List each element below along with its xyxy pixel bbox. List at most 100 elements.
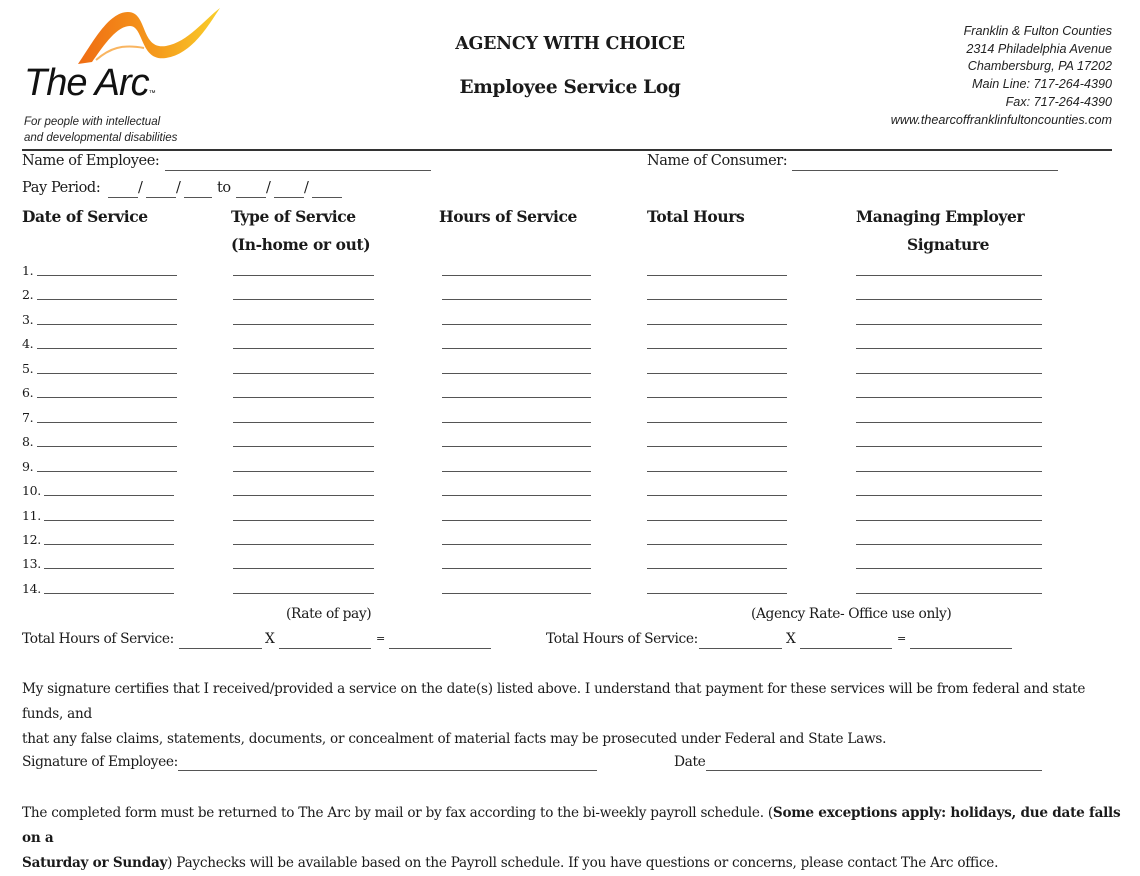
manager-signature-field[interactable] [856,275,1042,276]
hours-of-service-field[interactable] [442,372,591,374]
date-of-service-field[interactable] [37,323,177,325]
employee-rate-field[interactable] [279,648,371,649]
total-hours-field[interactable] [647,275,787,276]
hours-of-service-field[interactable] [442,470,591,472]
agency-total-amount-field[interactable] [910,648,1012,649]
row-number: 7. [22,409,34,425]
type-of-service-field[interactable] [233,519,374,521]
date-of-service-field[interactable] [37,372,177,374]
type-of-service-field[interactable] [233,568,374,570]
total-hours-field[interactable] [647,519,787,521]
pay-period-end-month-field[interactable] [236,197,266,198]
employee-total-amount-field[interactable] [389,648,491,649]
date-of-service-field[interactable] [44,543,174,545]
date-separator: / [266,180,271,196]
type-of-service-field[interactable] [233,397,374,399]
manager-signature-field[interactable] [856,421,1042,423]
date-of-service-field[interactable] [37,348,177,350]
pay-period-end-year-field[interactable] [312,197,342,198]
hours-of-service-field[interactable] [442,446,591,448]
total-hours-field[interactable] [647,348,787,350]
manager-signature-field[interactable] [856,470,1042,472]
hours-of-service-field[interactable] [442,421,591,423]
type-of-service-field[interactable] [233,372,374,374]
hours-of-service-field[interactable] [442,495,591,497]
column-header-hours: Hours of Service [439,207,577,226]
manager-signature-field[interactable] [856,348,1042,350]
manager-signature-field[interactable] [856,592,1042,594]
manager-signature-field[interactable] [856,372,1042,374]
manager-signature-field[interactable] [856,397,1042,399]
type-of-service-field[interactable] [233,323,374,325]
date-of-service-field[interactable] [37,299,177,301]
column-header-signature: Managing Employer [856,207,1025,226]
type-of-service-field[interactable] [233,421,374,423]
header-divider [22,149,1112,151]
pay-period-label: Pay Period: [22,180,101,196]
manager-signature-field[interactable] [856,543,1042,545]
pay-period-start-year-field[interactable] [184,197,212,198]
hours-of-service-field[interactable] [442,275,591,276]
total-hours-field[interactable] [647,421,787,423]
row-number: 4. [22,336,34,352]
type-of-service-field[interactable] [233,299,374,301]
total-hours-field[interactable] [647,299,787,301]
address-county: Franklin & Fulton Counties [963,24,1112,38]
hours-of-service-field[interactable] [442,323,591,325]
type-of-service-field[interactable] [233,543,374,545]
row-number: 9. [22,458,34,474]
manager-signature-field[interactable] [856,568,1042,570]
hours-of-service-field[interactable] [442,519,591,521]
total-hours-field[interactable] [647,543,787,545]
total-hours-field[interactable] [647,568,787,570]
employee-total-hours-field[interactable] [179,648,262,649]
date-of-service-field[interactable] [37,397,177,399]
manager-signature-field[interactable] [856,446,1042,448]
manager-signature-field[interactable] [856,519,1042,521]
date-of-service-field[interactable] [44,592,174,594]
hours-of-service-field[interactable] [442,592,591,594]
column-header-type: Type of Service [231,207,356,226]
certification-line: that any false claims, statements, docum… [22,731,887,747]
agency-total-hours-field[interactable] [699,648,782,649]
date-of-service-field[interactable] [44,495,174,497]
date-of-service-field[interactable] [37,421,177,423]
manager-signature-field[interactable] [856,495,1042,497]
manager-signature-field[interactable] [856,299,1042,301]
type-of-service-field[interactable] [233,446,374,448]
total-hours-field[interactable] [647,372,787,374]
row-number: 6. [22,385,34,401]
type-of-service-field[interactable] [233,275,374,276]
signature-date-field[interactable] [706,770,1042,771]
hours-of-service-field[interactable] [442,397,591,399]
hours-of-service-field[interactable] [442,568,591,570]
hours-of-service-field[interactable] [442,348,591,350]
pay-period-end-day-field[interactable] [274,197,304,198]
employee-signature-field[interactable] [178,770,597,771]
type-of-service-field[interactable] [233,470,374,472]
total-hours-field[interactable] [647,470,787,472]
date-of-service-field[interactable] [44,519,174,521]
date-of-service-field[interactable] [37,470,177,472]
column-header-date: Date of Service [22,207,148,226]
pay-period-start-month-field[interactable] [108,197,138,198]
hours-of-service-field[interactable] [442,543,591,545]
consumer-name-field[interactable] [792,170,1058,171]
date-of-service-field[interactable] [37,446,177,448]
total-hours-field[interactable] [647,446,787,448]
total-hours-field[interactable] [647,397,787,399]
type-of-service-field[interactable] [233,592,374,594]
date-of-service-field[interactable] [44,568,174,570]
date-of-service-field[interactable] [37,275,177,276]
manager-signature-field[interactable] [856,323,1042,325]
total-hours-field[interactable] [647,592,787,594]
employee-name-field[interactable] [165,170,431,171]
hours-of-service-field[interactable] [442,299,591,301]
total-hours-field[interactable] [647,323,787,325]
address-main-line: Main Line: 717-264-4390 [971,77,1112,92]
agency-rate-field[interactable] [800,648,892,649]
type-of-service-field[interactable] [233,348,374,350]
pay-period-start-day-field[interactable] [146,197,176,198]
total-hours-field[interactable] [647,495,787,497]
type-of-service-field[interactable] [233,495,374,497]
